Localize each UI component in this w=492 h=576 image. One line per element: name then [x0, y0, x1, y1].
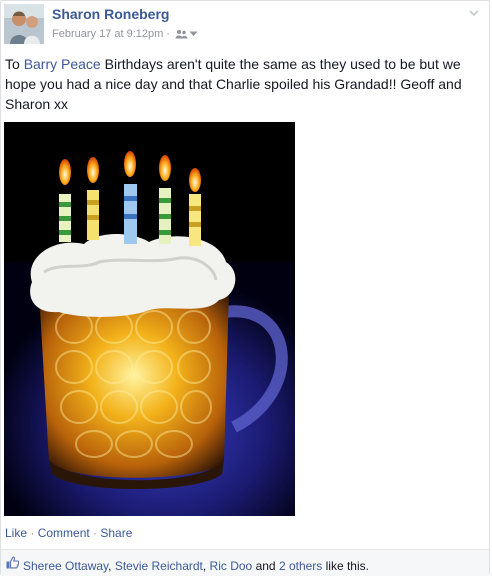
- chevron-down-icon: [189, 31, 198, 36]
- post-card: Sharon Roneberg February 17 at 9:12pm · …: [0, 0, 490, 576]
- post-body: To Barry Peace Birthdays aren't quite th…: [5, 54, 483, 114]
- post-meta: February 17 at 9:12pm ·: [52, 28, 198, 40]
- avatar[interactable]: [4, 4, 44, 44]
- meta-separator: ·: [166, 28, 170, 40]
- mention-link[interactable]: Barry Peace: [24, 56, 101, 72]
- likes-comma: ,: [108, 559, 115, 573]
- action-sep: ·: [89, 526, 101, 540]
- post-text-prefix: To: [5, 56, 24, 72]
- audience-selector[interactable]: [175, 29, 198, 39]
- liker-link[interactable]: Stevie Reichardt: [115, 559, 203, 573]
- liker-link[interactable]: Ric Doo: [210, 559, 253, 573]
- friends-icon: [175, 30, 188, 39]
- post-photo[interactable]: [4, 122, 295, 516]
- beer-mug-candles-image: [4, 122, 295, 516]
- likes-text: Sheree Ottaway, Stevie Reichardt, Ric Do…: [23, 559, 369, 573]
- action-sep: ·: [27, 526, 38, 540]
- post-options-chevron-icon[interactable]: [467, 6, 481, 20]
- others-link[interactable]: 2 others: [279, 559, 322, 573]
- post-timestamp[interactable]: February 17 at 9:12pm: [52, 28, 163, 40]
- comment-link[interactable]: Comment: [38, 526, 90, 540]
- author-name[interactable]: Sharon Roneberg: [52, 6, 169, 22]
- likes-suffix: like this.: [322, 559, 369, 573]
- profile-photo: [4, 4, 44, 44]
- like-link[interactable]: Like: [5, 526, 27, 540]
- share-link[interactable]: Share: [100, 526, 132, 540]
- likes-comma: ,: [202, 559, 210, 573]
- likes-summary: Sheree Ottaway, Stevie Reichardt, Ric Do…: [1, 549, 489, 576]
- post-actions: Like · Comment · Share: [5, 526, 132, 540]
- liker-link[interactable]: Sheree Ottaway: [23, 559, 108, 573]
- thumbs-up-icon: [6, 556, 19, 569]
- likes-and: and: [252, 559, 279, 573]
